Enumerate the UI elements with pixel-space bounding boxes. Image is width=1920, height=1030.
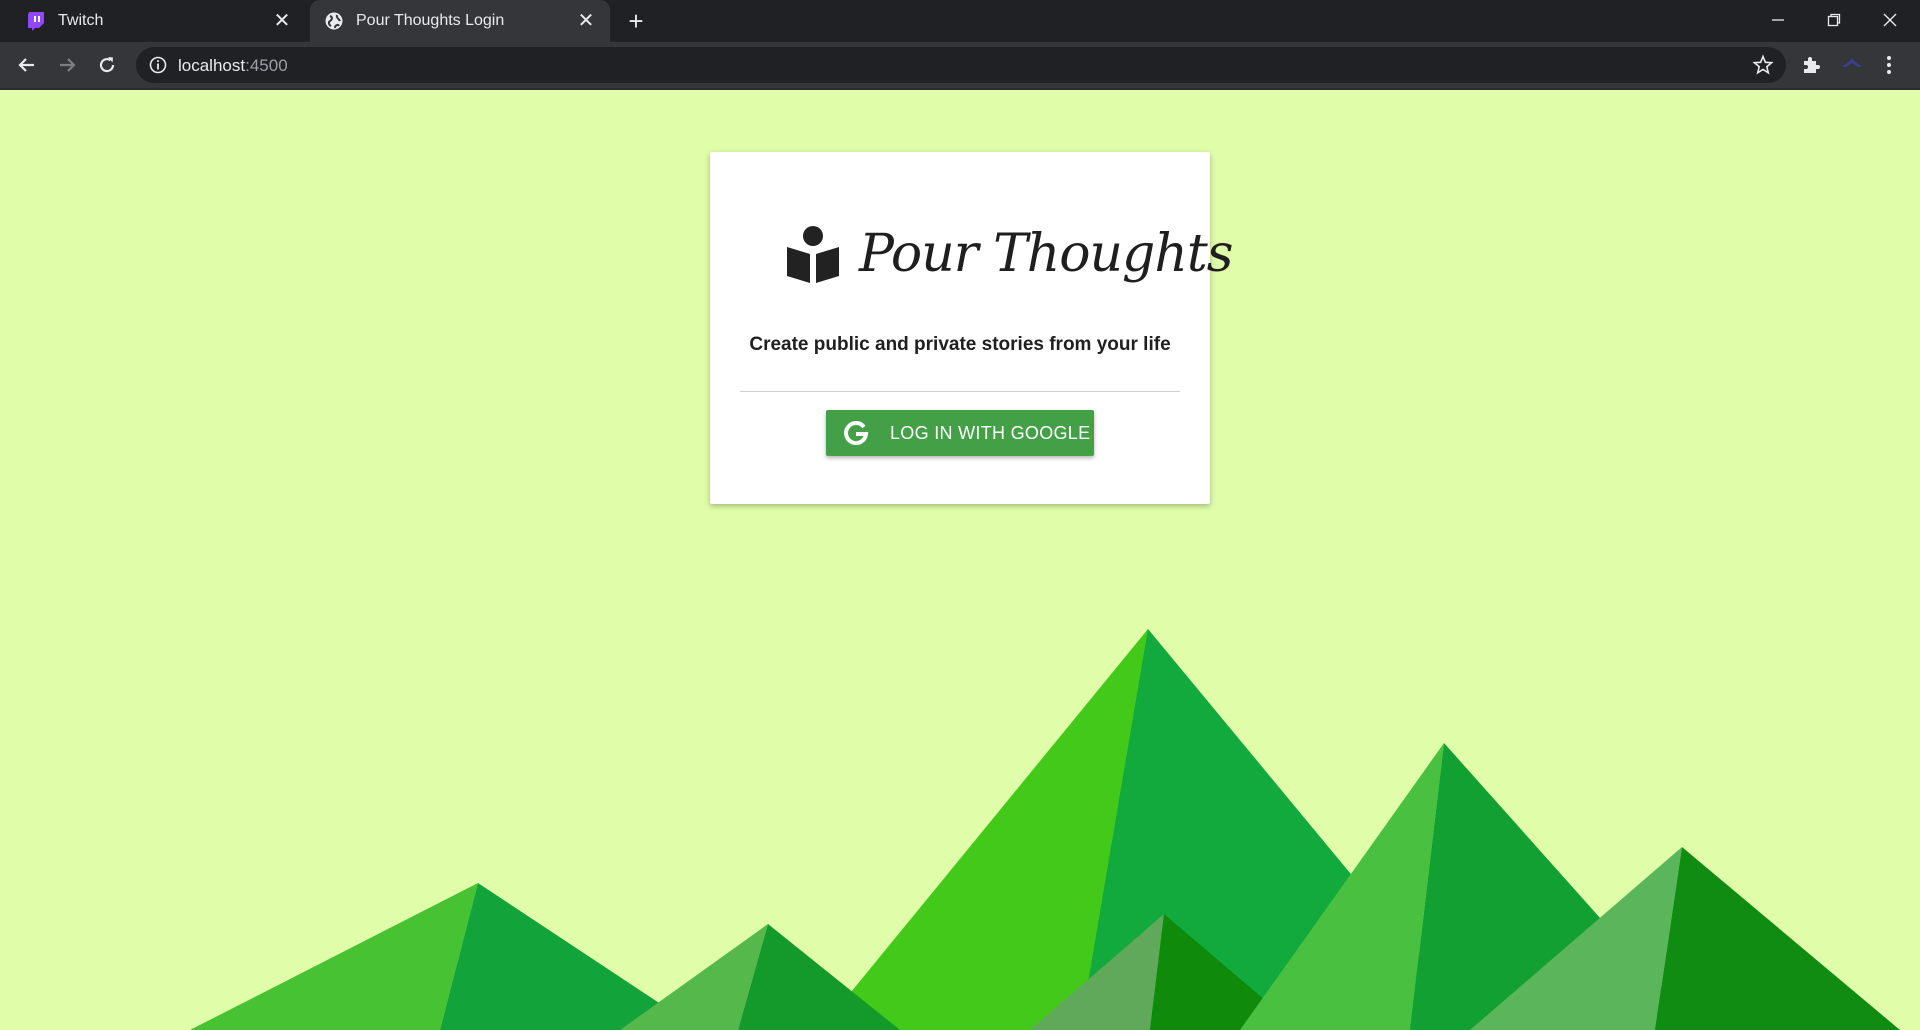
restore-icon xyxy=(1827,13,1841,27)
close-icon xyxy=(1883,13,1897,27)
info-icon[interactable] xyxy=(148,55,168,75)
brand-logo: Pour Thoughts xyxy=(785,214,1233,294)
restore-button[interactable] xyxy=(1806,0,1862,40)
tab-pour-thoughts-login[interactable]: Pour Thoughts Login ✕ xyxy=(310,0,610,42)
close-icon[interactable]: ✕ xyxy=(576,11,596,31)
reload-icon xyxy=(99,57,115,73)
reader-book-icon xyxy=(787,226,839,283)
url-text: localhost:4500 xyxy=(178,56,288,75)
reload-button[interactable] xyxy=(92,50,122,80)
tab-strip: Twitch ✕ Pour Thoughts Login ✕ + xyxy=(0,0,1920,42)
google-login-button[interactable]: LOG IN WITH GOOGLE xyxy=(826,410,1094,456)
browser-toolbar: localhost:4500 xyxy=(0,42,1920,90)
menu-dots-icon[interactable] xyxy=(1882,53,1896,77)
close-icon[interactable]: ✕ xyxy=(272,11,292,31)
bookmark-star-icon[interactable] xyxy=(1752,54,1774,76)
google-g-icon xyxy=(844,421,869,446)
extension-icon[interactable] xyxy=(1840,53,1864,77)
close-window-button[interactable] xyxy=(1862,0,1918,40)
minimize-button[interactable] xyxy=(1750,0,1806,40)
brand-name: Pour Thoughts xyxy=(859,224,1233,284)
google-login-label: LOG IN WITH GOOGLE xyxy=(890,422,1091,443)
address-bar[interactable]: localhost:4500 xyxy=(136,47,1786,83)
back-button[interactable] xyxy=(12,50,42,80)
new-tab-button[interactable]: + xyxy=(622,8,650,36)
page-viewport: Pour Thoughts Create public and private … xyxy=(0,90,1920,1030)
tab-title: Twitch xyxy=(58,12,104,29)
tab-twitch[interactable]: Twitch ✕ xyxy=(12,0,306,42)
forward-arrow-icon xyxy=(60,58,76,72)
tab-title: Pour Thoughts Login xyxy=(356,12,505,29)
twitch-icon xyxy=(26,11,46,31)
divider xyxy=(740,391,1180,392)
tagline: Create public and private stories from y… xyxy=(749,334,1171,355)
extensions-puzzle-icon[interactable] xyxy=(1800,53,1824,77)
globe-icon xyxy=(324,11,344,31)
login-card: Pour Thoughts Create public and private … xyxy=(710,152,1233,504)
back-arrow-icon xyxy=(18,58,34,72)
minimize-icon xyxy=(1772,19,1784,21)
forward-button[interactable] xyxy=(52,50,82,80)
